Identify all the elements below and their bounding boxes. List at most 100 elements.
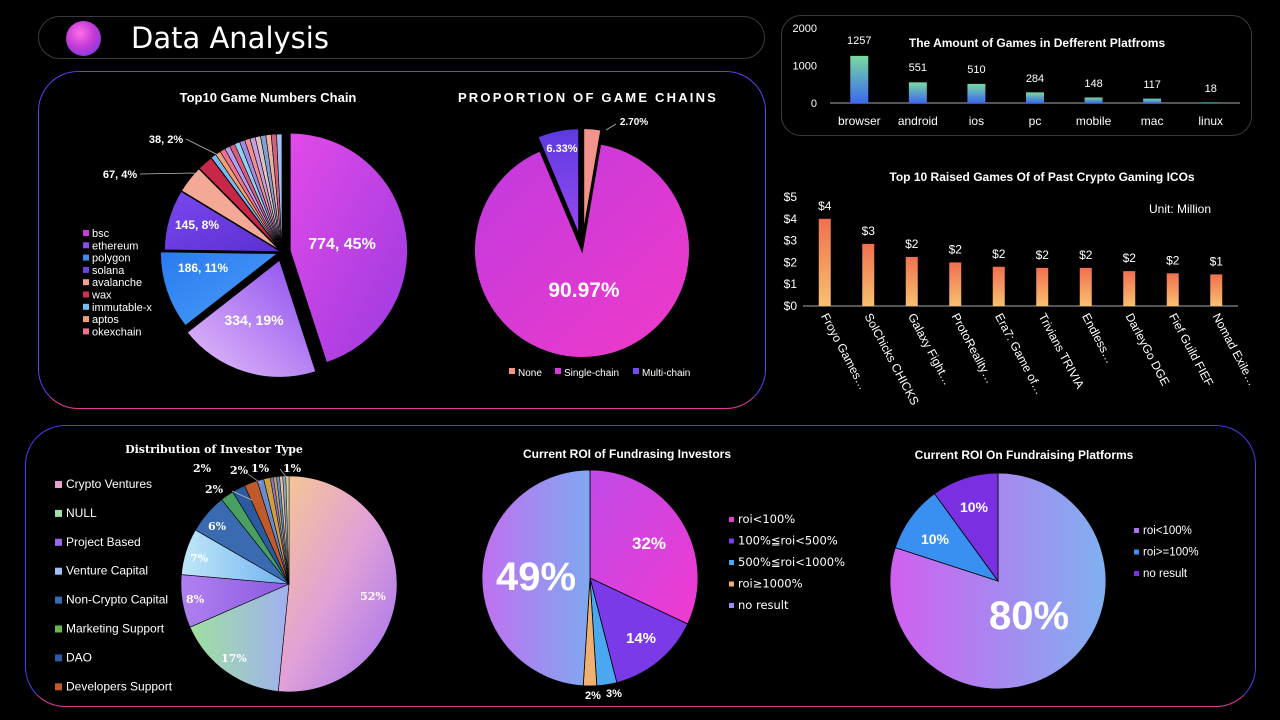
ico-bar-6 [1079,267,1092,306]
ico-value-8: $2 [1166,253,1180,267]
roi-platforms-label-2: 10% [960,499,989,515]
proportion-pie-title: PROPORTION OF GAME CHAINS [458,90,718,105]
ico-bar-9 [1210,274,1223,306]
investor-legend-5: Marketing Support [66,622,165,636]
platform-xtick-mobile: mobile [1076,114,1112,128]
roi-investors-legend-3: roi≥1000% [738,577,803,591]
ico-bar-2 [905,256,918,306]
proportion-slice-Single-chain [473,142,691,359]
investor-legend-0: Crypto Ventures [66,477,152,491]
roi-investors-legend-swatch-1 [729,538,734,544]
platform-ytick-1000: 1000 [793,61,817,73]
chain-legend-immutable-x: immutable-x [92,302,152,314]
investor-label-2: 8% [186,593,205,606]
chain-legend-aptos: aptos [92,314,119,326]
ico-bar-title: Top 10 Raised Games Of of Past Crypto Ga… [889,170,1195,184]
chain-legend-swatch-5 [83,291,89,298]
roi-platforms-legend-0: roi<100% [1143,525,1192,537]
roi-investors-label-1: 14% [626,630,656,647]
ico-bar-8 [1166,273,1179,306]
chain-legend-swatch-1 [83,242,89,249]
platform-bar-linux [1201,102,1220,103]
ico-value-4: $2 [992,247,1006,261]
ico-xtick-9: Nomad Exile… [1210,311,1260,388]
proportion-label-none: 2.70% [620,117,648,128]
platform-xtick-mac: mac [1141,114,1164,128]
dashboard-charts: Top10 Game Numbers Chain 774, 45% 334, 19%… [55,23,1260,702]
ico-bar-3 [949,262,962,306]
investor-legend-swatch-2 [55,538,62,546]
platform-bar-ios [967,83,986,103]
platform-bar-browser [850,55,869,103]
ico-value-3: $2 [949,242,963,256]
platform-value-linux: 18 [1205,83,1217,95]
chain-legend-swatch-7 [83,316,89,323]
chain-data-label-1: 334, 19% [224,312,284,328]
platform-value-android: 551 [909,62,927,74]
ico-xtick-7: DarleyGo DGE [1123,311,1173,388]
investor-legend-swatch-3 [55,567,62,575]
roi-platforms-label-0: 80% [989,594,1069,638]
investor-legend-1: NULL [66,506,97,520]
investor-pie-title: Distribution of Investor Type [125,443,303,456]
investor-legend-6: DAO [66,650,92,664]
ico-xtick-8: Fief Guild FIEF [1166,311,1216,389]
platform-bar-android [908,82,927,103]
ico-bar-0 [818,218,831,306]
proportion-legend-None: None [518,368,542,379]
roi-investors-label-0: 32% [632,534,666,553]
roi-investors-legend-swatch-2 [729,560,734,565]
ico-bar-1 [862,243,875,306]
investor-label-0: 52% [360,590,386,603]
proportion-legend-swatch-0 [509,368,515,374]
chain-data-label-4: 67, 4% [103,169,137,181]
platform-bar-pc [1026,92,1044,103]
roi-platforms-title: Current ROI On Fundraising Platforms [915,448,1134,462]
investor-label-3: 7% [190,552,209,565]
roi-investors-title: Current ROI of Fundrasing Investors [523,447,731,461]
platform-value-ios: 510 [967,64,985,76]
roi-platforms-legend-1: roi>=100% [1143,547,1199,559]
ico-value-0: $4 [818,199,832,213]
investor-legend-7: Developers Support [66,679,173,693]
ico-value-2: $2 [905,237,919,251]
chain-legend-wax: wax [91,290,112,302]
chain-legend-swatch-0 [83,230,89,236]
chain-legend-bsc: bsc [92,228,110,240]
investor-legend-swatch-5 [55,625,62,633]
chain-legend-avalanche: avalanche [92,277,142,289]
chain-pie-title: Top10 Game Numbers Chain [180,90,357,105]
roi-investors-legend-2: 500%≦roi<1000% [738,555,845,569]
ico-ytick-4: $4 [784,212,798,226]
ico-value-5: $2 [1036,248,1050,262]
investor-legend-swatch-7 [55,683,62,691]
chain-data-label-3: 145, 8% [175,218,219,232]
chain-legend-swatch-8 [83,328,89,335]
roi-investors-legend-swatch-0 [729,517,734,522]
ico-bar-4 [992,266,1005,306]
ico-unit-label: Unit: Million [1149,202,1211,216]
proportion-legend-swatch-2 [633,368,639,374]
investor-slice-0 [277,475,398,693]
ico-xtick-0: Froyo Games… [818,311,870,392]
ico-value-9: $1 [1210,254,1224,268]
platform-xtick-linux: linux [1198,114,1223,128]
ico-bar-7 [1123,271,1136,306]
platform-ytick-2000: 2000 [793,23,817,35]
investor-label-4: 6% [208,520,227,533]
roi-investors-label-3: 2% [585,690,601,702]
chain-data-label-0: 774, 45% [308,236,376,253]
proportion-callout-line [605,123,617,131]
investor-legend-swatch-0 [55,481,62,488]
platform-value-mobile: 148 [1084,78,1102,90]
roi-investors-legend-4: no result [738,598,789,612]
ico-xtick-3: ProtoReality… [949,311,998,386]
investor-label-9: 1% [283,462,302,475]
ico-value-7: $2 [1123,251,1137,265]
investor-legend-3: Venture Capital [66,564,148,578]
ico-value-1: $3 [862,224,876,238]
investor-label-1: 17% [221,652,247,665]
roi-platforms-legend-swatch-2 [1134,571,1139,576]
investor-legend-swatch-1 [55,509,62,517]
platform-ytick-0: 0 [811,98,817,110]
